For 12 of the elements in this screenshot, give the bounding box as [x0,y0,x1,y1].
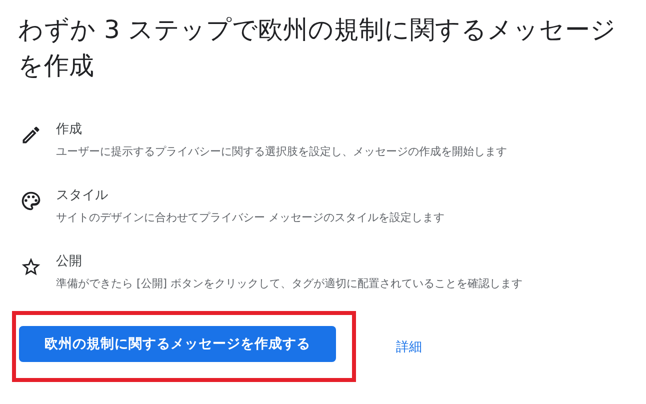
palette-icon [20,190,42,212]
page-title: わずか 3 ステップで欧州の規制に関するメッセージを作成 [18,14,617,82]
step-title: スタイル [56,187,109,204]
star-icon [20,256,42,278]
pencil-icon [20,124,42,146]
step-description: サイトのデザインに合わせてプライバシー メッセージのスタイルを設定します [56,210,444,225]
create-message-button[interactable]: 欧州の規制に関するメッセージを作成する [19,326,336,362]
step-title: 作成 [56,121,83,138]
step-description: ユーザーに提示するプライバシーに関する選択肢を設定し、メッセージの作成を開始します [56,144,507,159]
learn-more-link[interactable]: 詳細 [396,338,422,356]
step-title: 公開 [56,253,83,270]
step-description: 準備ができたら [公開] ボタンをクリックして、タグが適切に配置されていることを確認します [56,276,523,291]
